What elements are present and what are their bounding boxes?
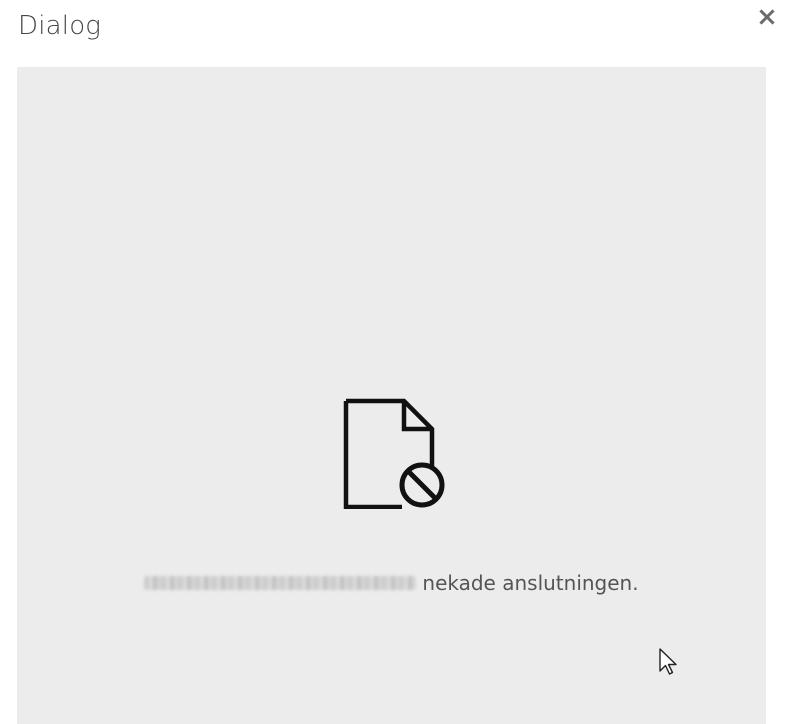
dialog-title: Dialog: [18, 11, 102, 41]
blocked-file-icon: [343, 398, 445, 509]
error-content-area: nekade anslutningen.: [17, 67, 766, 724]
error-message-text: nekade anslutningen.: [422, 571, 639, 595]
close-icon: [759, 9, 775, 25]
redacted-host-name: [144, 575, 417, 590]
error-message: nekade anslutningen.: [17, 571, 766, 595]
mouse-pointer-icon: [659, 648, 677, 675]
close-button[interactable]: [756, 6, 778, 28]
dialog-window: Dialog nekade anslutningen.: [0, 0, 785, 724]
